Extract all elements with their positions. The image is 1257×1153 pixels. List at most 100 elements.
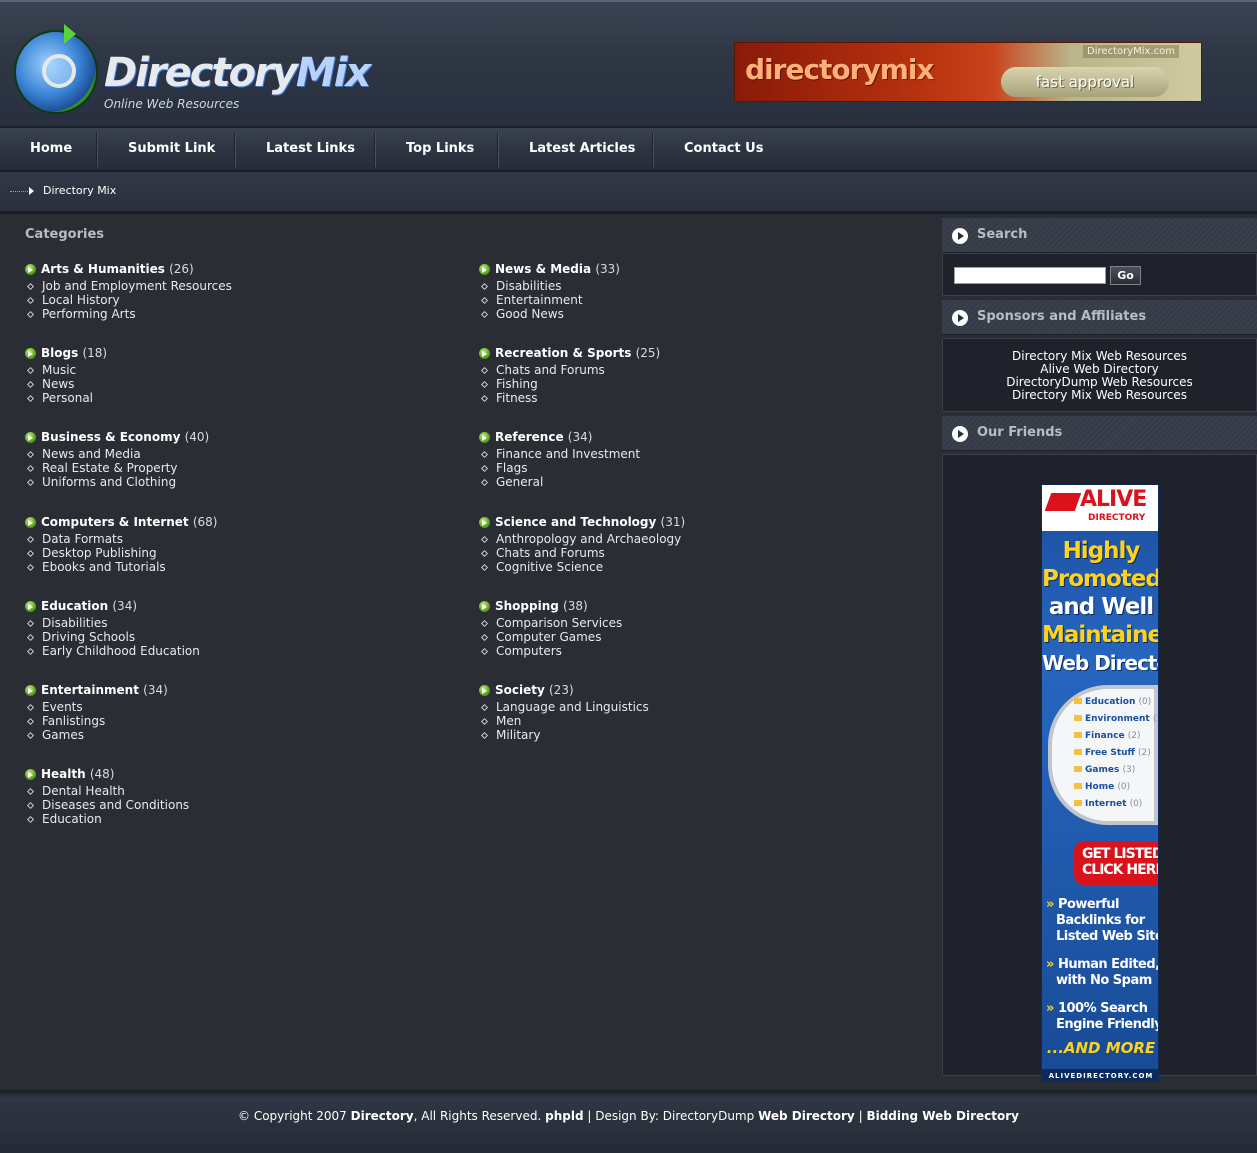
diamond-bullet-icon: [480, 310, 489, 319]
subcategory-link[interactable]: General: [496, 476, 543, 489]
ad-feature: » Human Edited, with No Spam: [1046, 957, 1159, 988]
arrow-circle-icon: [952, 310, 968, 326]
nav-latest-articles[interactable]: Latest Articles: [529, 128, 635, 172]
categories-title: Categories: [25, 227, 105, 242]
search-input[interactable]: [954, 267, 1106, 284]
subcategory-link[interactable]: Job and Employment Resources: [42, 280, 232, 293]
subcategory-link[interactable]: Desktop Publishing: [42, 546, 157, 560]
category-name[interactable]: Science and Technology: [495, 515, 656, 529]
subcategory-link[interactable]: Fanlistings: [42, 715, 105, 728]
subcategory-link[interactable]: Disabilities: [42, 616, 107, 630]
nav-submit-link[interactable]: Submit Link: [128, 128, 215, 172]
category-name[interactable]: News & Media: [495, 262, 591, 276]
subcategory-link[interactable]: Anthropology and Archaeology: [496, 532, 681, 546]
subcategory-link[interactable]: Local History: [42, 294, 120, 307]
arrow-icon: [64, 24, 76, 44]
subcategory-link[interactable]: Data Formats: [42, 532, 123, 546]
subcategory-link[interactable]: Computer Games: [496, 630, 601, 644]
diamond-bullet-icon: [480, 535, 489, 543]
category-name[interactable]: Education: [41, 599, 108, 613]
subcategory-link[interactable]: Fishing: [496, 378, 538, 391]
category-link[interactable]: Arts & Humanities (26): [41, 262, 194, 276]
category-count: (40): [184, 430, 210, 445]
subcategory-link[interactable]: Games: [42, 729, 84, 742]
category-link[interactable]: Computers & Internet (68): [41, 515, 218, 529]
subcategory-item: Games: [25, 729, 445, 743]
footer-directory-link[interactable]: Directory: [351, 1109, 414, 1123]
subcategory-link[interactable]: Flags: [496, 462, 527, 475]
subcategory-link[interactable]: Events: [42, 701, 83, 714]
category-heading: Shopping (38): [479, 599, 899, 617]
subcategory-link[interactable]: Language and Linguistics: [496, 701, 649, 714]
subcategory-link[interactable]: Cognitive Science: [496, 560, 603, 574]
subcategory-link[interactable]: Uniforms and Clothing: [42, 476, 176, 489]
header-banner-ad[interactable]: directorymix DirectoryMix.com fast appro…: [734, 42, 1202, 102]
arrow-circle-icon: [952, 228, 968, 244]
subcategory-link[interactable]: Fitness: [496, 392, 538, 405]
subcategory-link[interactable]: Music: [42, 364, 76, 377]
breadcrumb-current[interactable]: Directory Mix: [43, 184, 116, 197]
subcategory-link[interactable]: Early Childhood Education: [42, 644, 200, 658]
category-link[interactable]: Blogs (18): [41, 346, 107, 360]
diamond-bullet-icon: [480, 731, 489, 740]
category-name[interactable]: Business & Economy: [41, 430, 180, 444]
category-name[interactable]: Arts & Humanities: [41, 262, 165, 276]
subcategory-link[interactable]: Men: [496, 715, 521, 728]
subcategory-link[interactable]: Good News: [496, 308, 564, 321]
category-link[interactable]: Science and Technology (31): [495, 515, 685, 529]
subcategory-link[interactable]: Diseases and Conditions: [42, 799, 189, 812]
category-count: (68): [192, 514, 218, 529]
sponsor-link[interactable]: Directory Mix Web Resources: [943, 389, 1256, 402]
category-heading: Blogs (18): [25, 346, 445, 364]
subcategory-link[interactable]: Real Estate & Property: [42, 462, 177, 475]
category-link[interactable]: Health (48): [41, 767, 115, 781]
main-nav: Home Submit Link Latest Links Top Links …: [0, 128, 1257, 172]
diamond-bullet-icon: [26, 802, 35, 810]
category-name[interactable]: Society: [495, 683, 545, 697]
category-link[interactable]: Reference (34): [495, 430, 592, 444]
subcategory-link[interactable]: Chats and Forums: [496, 546, 605, 560]
subcategory-link[interactable]: Performing Arts: [42, 308, 136, 321]
category-name[interactable]: Computers & Internet: [41, 515, 189, 529]
diamond-bullet-icon: [480, 282, 489, 291]
subcategory-link[interactable]: Driving Schools: [42, 630, 135, 644]
category-link[interactable]: Entertainment (34): [41, 683, 168, 697]
subcategory-link[interactable]: News and Media: [42, 448, 141, 461]
category-link[interactable]: News & Media (33): [495, 262, 620, 276]
subcategory-link[interactable]: Military: [496, 729, 540, 742]
subcategory-link[interactable]: Entertainment: [496, 294, 583, 307]
nav-top-links[interactable]: Top Links: [406, 128, 474, 172]
footer-web-directory-link[interactable]: Web Directory: [758, 1109, 855, 1123]
category-name[interactable]: Entertainment: [41, 683, 139, 697]
nav-latest-links[interactable]: Latest Links: [266, 128, 355, 172]
ad-lens-label: Home: [1085, 782, 1115, 792]
subcategory-link[interactable]: News: [42, 378, 74, 391]
category-link[interactable]: Shopping (38): [495, 599, 588, 613]
category-block: Education (34) Disabilities Driving School…: [25, 599, 445, 659]
subcategory-link[interactable]: Disabilities: [496, 280, 561, 293]
nav-contact-us[interactable]: Contact Us: [684, 128, 763, 172]
subcategory-link[interactable]: Comparison Services: [496, 616, 622, 630]
search-go-button[interactable]: Go: [1110, 266, 1141, 285]
footer-phpld-link[interactable]: phpld: [545, 1109, 583, 1123]
category-name[interactable]: Recreation & Sports: [495, 346, 631, 360]
category-name[interactable]: Reference: [495, 430, 564, 444]
subcategory-link[interactable]: Education: [42, 813, 102, 826]
alive-directory-ad[interactable]: ALIVE DIRECTORY Highly Promoted and Well…: [1041, 484, 1159, 1082]
subcategory-link[interactable]: Chats and Forums: [496, 364, 605, 377]
subcategory-link[interactable]: Personal: [42, 392, 93, 405]
category-link[interactable]: Recreation & Sports (25): [495, 346, 660, 360]
subcategory-link[interactable]: Computers: [496, 644, 562, 658]
nav-home[interactable]: Home: [30, 128, 72, 172]
category-link[interactable]: Society (23): [495, 683, 574, 697]
subcategory-link[interactable]: Ebooks and Tutorials: [42, 560, 166, 574]
category-link[interactable]: Business & Economy (40): [41, 430, 209, 444]
subcategory-link[interactable]: Dental Health: [42, 785, 125, 798]
footer-bidding-link[interactable]: Bidding Web Directory: [866, 1109, 1019, 1123]
category-name[interactable]: Health: [41, 767, 86, 781]
category-name[interactable]: Blogs: [41, 346, 78, 360]
category-link[interactable]: Education (34): [41, 599, 137, 613]
site-logo[interactable]: DirectoryMix Online Web Resources: [14, 24, 371, 120]
subcategory-link[interactable]: Finance and Investment: [496, 448, 640, 461]
category-name[interactable]: Shopping: [495, 599, 559, 613]
